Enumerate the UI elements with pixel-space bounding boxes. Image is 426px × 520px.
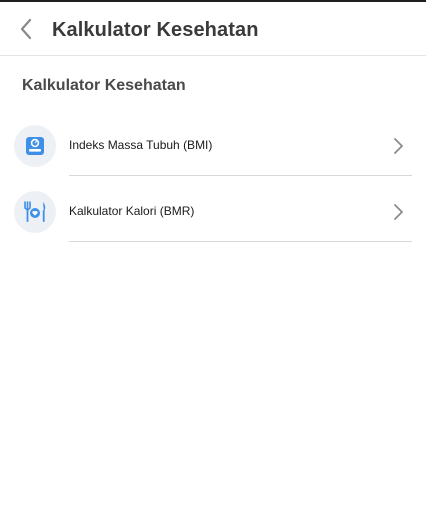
menu-item-label: Indeks Massa Tubuh (BMI) [69,138,213,152]
divider [69,241,412,242]
fork-knife-heart-icon [14,191,56,233]
chevron-right-icon [391,203,405,221]
divider [69,175,412,176]
scale-icon [14,125,56,167]
app-header: Kalkulator Kesehatan [0,2,426,56]
chevron-right-icon [391,137,405,155]
menu-item-label: Kalkulator Kalori (BMR) [69,204,195,218]
calculator-list: Indeks Massa Tubuh (BMI) Kalkulator Kalo… [0,117,426,249]
back-button[interactable] [12,15,40,43]
menu-item-bmi[interactable]: Indeks Massa Tubuh (BMI) [0,117,426,183]
section-title: Kalkulator Kesehatan [22,77,186,94]
page-title: Kalkulator Kesehatan [52,19,259,41]
menu-item-bmr[interactable]: Kalkulator Kalori (BMR) [0,183,426,249]
chevron-left-icon [20,18,32,40]
